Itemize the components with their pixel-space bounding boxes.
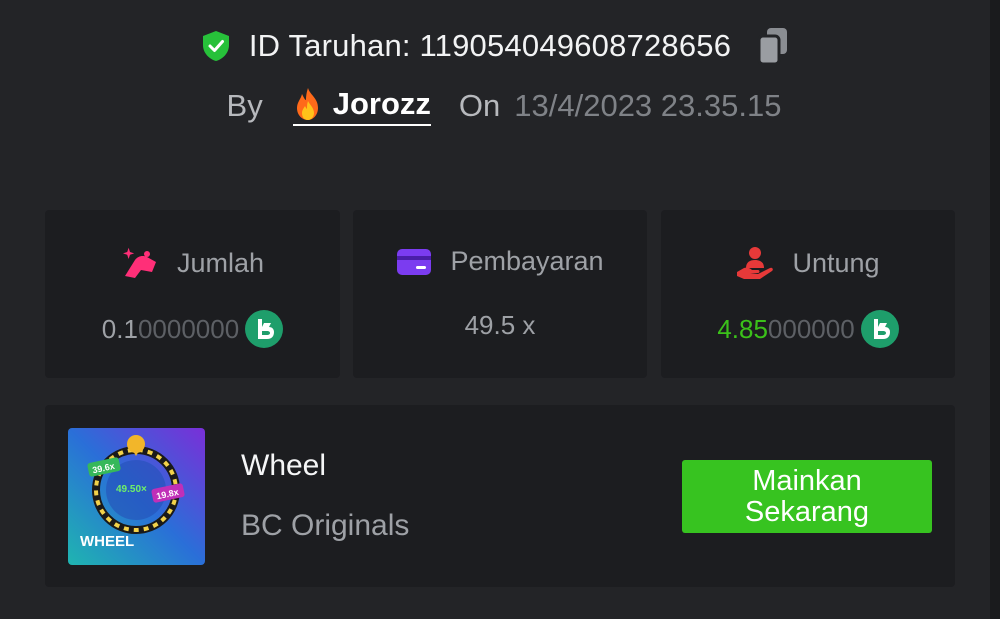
payout-card: Pembayaran 49.5 x — [353, 210, 647, 378]
amount-value-dim: 0000000 — [137, 313, 240, 344]
profit-label: Untung — [792, 247, 880, 278]
bet-date: 13/4/2023 23.35.15 — [514, 88, 782, 123]
fire-icon — [296, 88, 318, 120]
play-now-button[interactable]: Mainkan Sekarang — [682, 460, 932, 533]
bet-id-text: ID Taruhan: 119054049608728656 — [248, 28, 732, 63]
hand-coins-icon — [122, 247, 156, 278]
on-label: On — [458, 88, 501, 123]
bcd-coin-icon — [245, 310, 284, 348]
thumb-title: WHEEL — [80, 533, 134, 550]
game-card: 39.6x 49.50× 19.8x WHEEL Wheel BC Origin… — [45, 405, 955, 587]
wheel-game-art: 39.6x 49.50× 19.8x WHEEL — [68, 428, 205, 565]
profit-card: Untung 4.85 000000 — [661, 210, 955, 378]
bet-id-row: ID Taruhan: 119054049608728656 — [0, 24, 1000, 68]
game-provider: BC Originals — [241, 509, 410, 542]
author-row: By Jorozz On 13/4/2023 23.35.15 — [0, 84, 1000, 128]
username: Jorozz — [332, 86, 431, 121]
username-link[interactable]: Jorozz — [292, 86, 431, 126]
bcd-coin-icon — [860, 310, 899, 348]
card-icon — [397, 248, 432, 275]
profit-value-dim: 000000 — [767, 313, 855, 344]
payout-value: 49.5 x — [464, 310, 536, 340]
copy-icon[interactable] — [755, 26, 791, 66]
hand-person-icon — [737, 247, 774, 279]
amount-value-main: 0.1 — [101, 313, 138, 344]
amount-card: Jumlah 0.1 0000000 — [45, 210, 340, 378]
amount-label: Jumlah — [176, 247, 265, 278]
shield-check-icon — [202, 31, 229, 61]
profit-value-main: 4.85 — [717, 313, 768, 344]
profit-header: Untung — [661, 246, 955, 280]
profit-value: 4.85 000000 — [661, 310, 955, 348]
thumb-mult-center: 49.50× — [116, 484, 147, 495]
payout-header: Pembayaran — [353, 246, 647, 277]
amount-value: 0.1 0000000 — [45, 310, 340, 348]
amount-header: Jumlah — [45, 246, 340, 280]
by-label: By — [226, 88, 263, 123]
payout-label: Pembayaran — [450, 246, 604, 276]
game-name[interactable]: Wheel — [241, 449, 326, 483]
game-thumbnail[interactable]: 39.6x 49.50× 19.8x WHEEL — [68, 428, 205, 565]
